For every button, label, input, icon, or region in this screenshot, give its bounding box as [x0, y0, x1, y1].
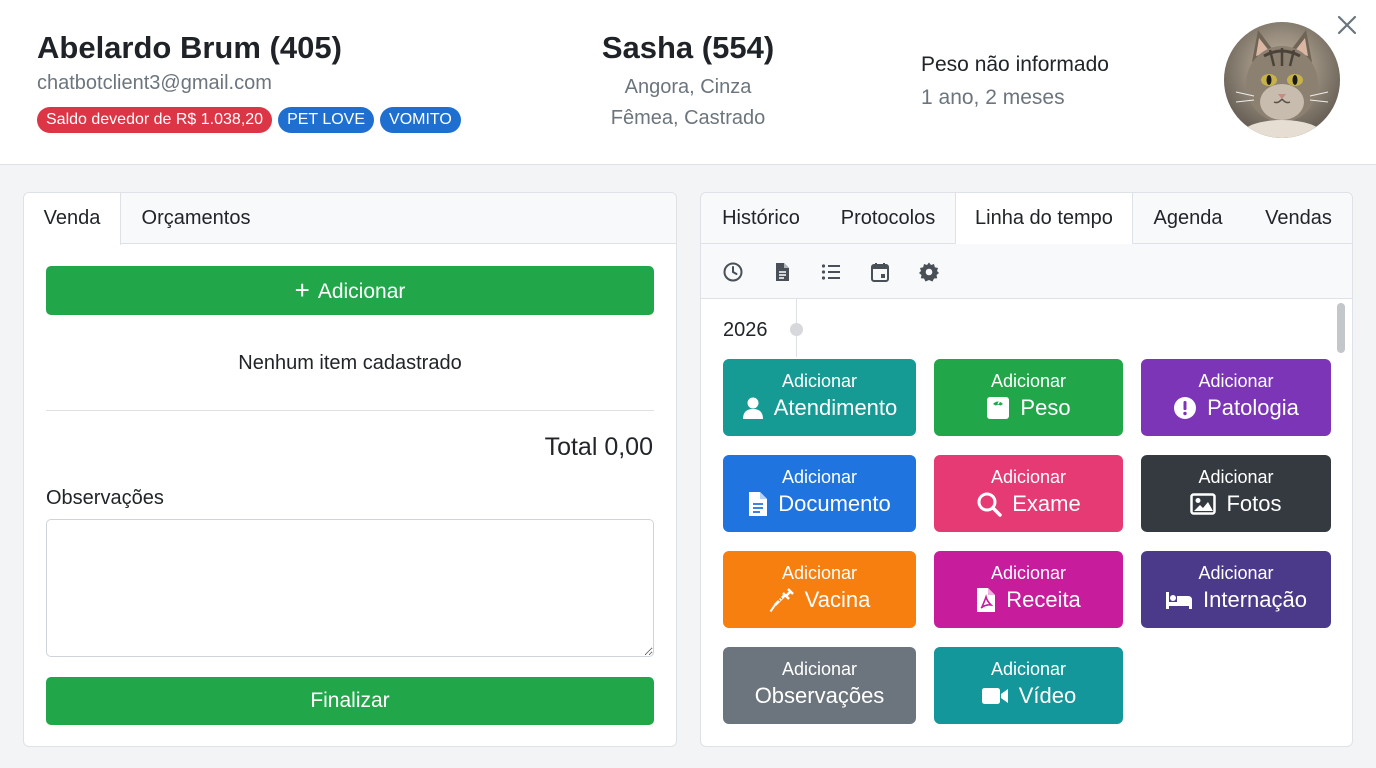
timeline-panel: Histórico Protocolos Linha do tempo Agen…	[700, 192, 1353, 747]
tab-linha-do-tempo[interactable]: Linha do tempo	[955, 193, 1133, 245]
document-icon[interactable]	[771, 261, 793, 283]
tile-label: Peso	[1020, 395, 1071, 420]
tile-label: Observações	[754, 683, 885, 708]
file-icon	[749, 492, 768, 516]
add-item-button[interactable]: + Adicionar	[46, 266, 654, 315]
tile-caption: Adicionar	[781, 371, 858, 391]
tile-caption: Adicionar	[781, 563, 858, 583]
observations-textarea[interactable]	[46, 519, 654, 657]
add-exame-button[interactable]: Adicionar Exame	[934, 455, 1123, 532]
gear-icon[interactable]	[918, 261, 940, 283]
divider	[46, 410, 654, 411]
pet-name: Sasha (554)	[601, 30, 775, 65]
debt-badge: Saldo devedor de R$ 1.038,20	[37, 107, 273, 133]
scale-icon	[987, 397, 1010, 419]
tile-label: Internação	[1203, 587, 1307, 612]
timeline-tabbar: Histórico Protocolos Linha do tempo Agen…	[701, 193, 1352, 245]
finish-button[interactable]: Finalizar	[46, 677, 654, 725]
timeline-dot	[790, 323, 803, 336]
tile-caption: Adicionar	[990, 659, 1067, 679]
tab-vendas[interactable]: Vendas	[1243, 193, 1352, 244]
tile-caption: Adicionar	[1198, 467, 1274, 487]
sale-panel: Venda Orçamentos + Adicionar Nenhum item …	[23, 192, 677, 747]
tile-label: Documento	[778, 491, 891, 516]
add-fotos-button[interactable]: Adicionar Fotos	[1141, 455, 1331, 532]
syringe-icon	[769, 588, 794, 613]
tab-agenda[interactable]: Agenda	[1133, 193, 1243, 244]
image-icon	[1190, 493, 1217, 515]
alert-badge: VOMITO	[380, 107, 461, 133]
pet-avatar[interactable]	[1224, 22, 1340, 138]
patient-header: Abelardo Brum (405) chatbotclient3@gmail…	[0, 0, 1376, 165]
tile-caption: Adicionar	[990, 467, 1067, 487]
observations-label: Observações	[46, 487, 164, 509]
close-button[interactable]	[1334, 12, 1360, 38]
tab-venda[interactable]: Venda	[24, 193, 121, 245]
close-icon	[1337, 15, 1357, 35]
owner-email: chatbotclient3@gmail.com	[37, 72, 272, 94]
pet-sex-status: Fêmea, Castrado	[610, 107, 766, 129]
pet-weight: Peso não informado	[921, 53, 1109, 76]
tab-protocolos[interactable]: Protocolos	[821, 193, 955, 244]
tile-label: Patologia	[1207, 395, 1299, 420]
add-receita-button[interactable]: Adicionar Receita	[934, 551, 1123, 628]
tile-label: Receita	[1006, 587, 1081, 612]
bed-icon	[1166, 592, 1193, 609]
tile-caption: Adicionar	[1198, 371, 1274, 391]
plus-icon: +	[294, 275, 310, 305]
add-peso-button[interactable]: Adicionar Peso	[934, 359, 1123, 436]
add-patologia-button[interactable]: Adicionar Patologia	[1141, 359, 1331, 436]
list-icon[interactable]	[820, 261, 842, 283]
clock-icon[interactable]	[722, 261, 744, 283]
sale-tabbar: Venda Orçamentos	[24, 193, 676, 245]
tile-label: Atendimento	[773, 395, 898, 420]
plan-badge: PET LOVE	[278, 107, 375, 133]
tile-label: Vídeo	[1018, 683, 1077, 708]
tile-caption: Adicionar	[781, 659, 858, 679]
tile-label: Exame	[1012, 491, 1081, 516]
tab-orcamentos[interactable]: Orçamentos	[121, 193, 271, 244]
tile-label: Vacina	[804, 587, 871, 612]
sale-total: Total 0,00	[544, 433, 653, 461]
timeline-toolbar	[701, 244, 1352, 299]
tile-caption: Adicionar	[1198, 563, 1274, 583]
pet-breed-color: Angora, Cinza	[624, 76, 752, 98]
cat-photo-icon	[1224, 22, 1340, 138]
tab-historico[interactable]: Histórico	[701, 193, 821, 244]
add-internacao-button[interactable]: Adicionar Internação	[1141, 551, 1331, 628]
owner-badges: Saldo devedor de R$ 1.038,20 PET LOVE VO…	[37, 107, 461, 133]
timeline-scrollbar[interactable]	[1337, 303, 1345, 353]
add-vacina-button[interactable]: Adicionar Vacina	[723, 551, 916, 628]
add-video-button[interactable]: Adicionar Vídeo	[934, 647, 1123, 724]
video-icon	[981, 688, 1008, 704]
empty-items-message: Nenhum item cadastrado	[238, 352, 462, 374]
calendar-icon[interactable]	[869, 261, 891, 283]
user-icon	[742, 397, 763, 419]
pet-age: 1 ano, 2 meses	[921, 86, 1065, 109]
tile-label: Fotos	[1226, 491, 1282, 516]
tile-caption: Adicionar	[781, 467, 858, 487]
timeline-year: 2026	[723, 319, 768, 341]
tile-caption: Adicionar	[990, 371, 1067, 391]
add-atendimento-button[interactable]: Adicionar Atendimento	[723, 359, 916, 436]
add-item-label: Adicionar	[317, 280, 406, 303]
magnifier-icon	[977, 492, 1002, 517]
owner-name: Abelardo Brum (405)	[37, 30, 342, 65]
alert-icon	[1174, 397, 1197, 419]
add-observacoes-button[interactable]: Adicionar Observações	[723, 647, 916, 724]
pdf-icon	[977, 588, 996, 612]
tile-caption: Adicionar	[990, 563, 1067, 583]
add-documento-button[interactable]: Adicionar Documento	[723, 455, 916, 532]
